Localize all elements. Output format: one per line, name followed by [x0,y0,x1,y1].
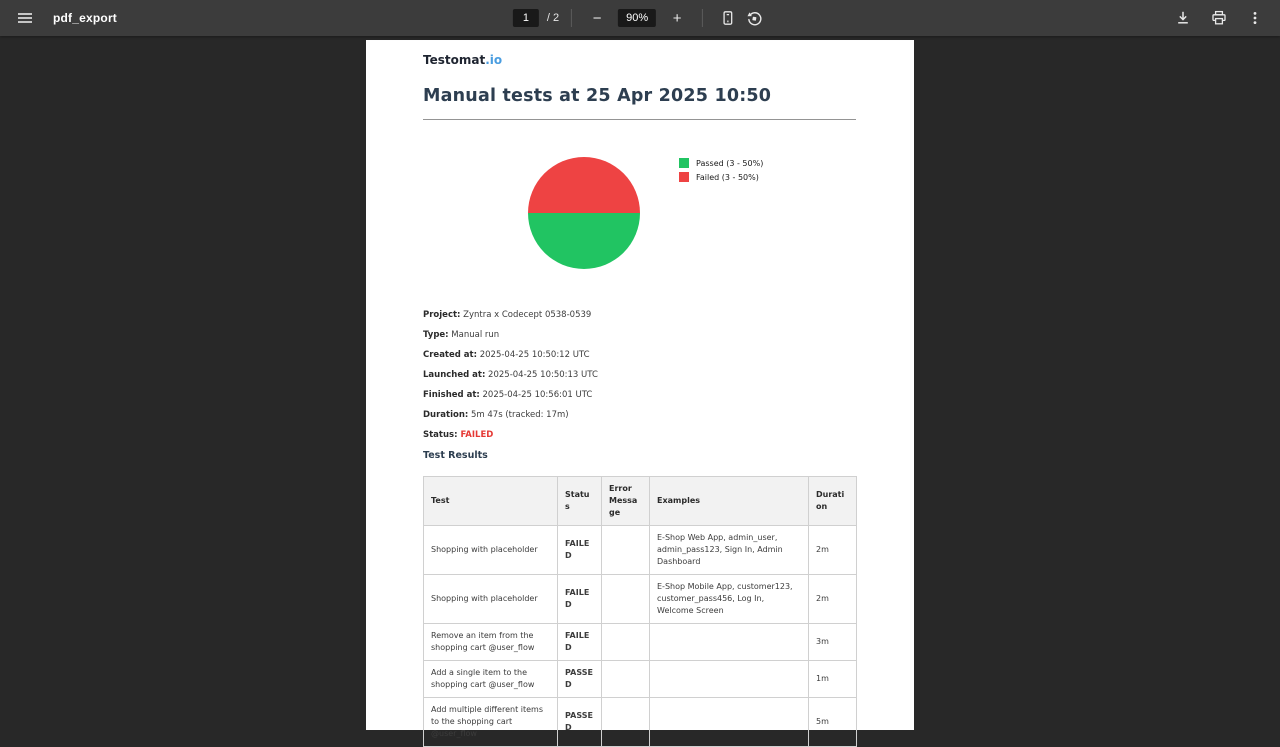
plus-icon: + [673,11,682,26]
column-header: Status [558,477,602,526]
section-title: Test Results [423,450,488,461]
cell-status: FAILED [558,526,602,575]
cell-error [602,526,650,575]
print-button[interactable] [1206,5,1232,31]
detail-line: Duration: 5m 47s (tracked: 17m) [423,411,856,420]
legend-swatch-icon [679,158,689,168]
more-options-button[interactable] [1242,5,1268,31]
download-icon [1175,10,1191,26]
cell-status: PASSED [558,661,602,698]
cell-duration: 5m [809,698,857,747]
toolbar-divider [571,9,572,27]
cell-test: Shopping with placeholder [424,575,558,624]
cell-examples: E-Shop Mobile App, customer123, customer… [650,575,809,624]
pie-chart [528,157,640,269]
detail-line: Type: Manual run [423,331,856,340]
detail-line: Finished at: 2025-04-25 10:56:01 UTC [423,391,856,400]
cell-test: Remove an item from the shopping cart @u… [424,624,558,661]
cell-duration: 2m [809,575,857,624]
legend-label: Passed (3 - 50%) [696,159,763,168]
print-icon [1211,10,1227,26]
table-row: Add a single item to the shopping cart @… [424,661,857,698]
download-button[interactable] [1170,5,1196,31]
column-header: Examples [650,477,809,526]
table-row: Add multiple different items to the shop… [424,698,857,747]
table-row: Shopping with placeholderFAILED E-Shop Mo… [424,575,857,624]
kebab-menu-icon [1247,10,1263,26]
cell-error [602,624,650,661]
zoom-in-button[interactable]: + [664,5,690,31]
legend-label: Failed (3 - 50%) [696,173,759,182]
column-header: Duration [809,477,857,526]
zoom-out-button[interactable]: − [584,5,610,31]
menu-button[interactable] [12,5,38,31]
title-divider [423,119,856,120]
rotate-button[interactable] [741,5,767,31]
cell-test: Shopping with placeholder [424,526,558,575]
detail-line: Created at: 2025-04-25 10:50:12 UTC [423,351,856,360]
cell-examples [650,698,809,747]
detail-line: Project: Zyntra x Codecept 0538-0539 [423,311,856,320]
cell-test: Add multiple different items to the shop… [424,698,558,747]
column-header: Test [424,477,558,526]
detail-line: Launched at: 2025-04-25 10:50:13 UTC [423,371,856,380]
cell-duration: 1m [809,661,857,698]
detail-line: Status: FAILED [423,431,856,440]
run-details: Project: Zyntra x Codecept 0538-0539 Type… [423,311,856,451]
testomat-logo: Testomat.io [423,53,502,67]
legend-swatch-icon [679,172,689,182]
zoom-level-display[interactable]: 90% [618,9,656,27]
page-count-label: / 2 [547,12,559,24]
cell-error [602,575,650,624]
cell-status: PASSED [558,698,602,747]
cell-error [602,661,650,698]
cell-status: FAILED [558,624,602,661]
table-row: Remove an item from the shopping cart @u… [424,624,857,661]
minus-icon: − [593,11,602,26]
fit-to-page-icon [720,10,736,26]
cell-error [602,698,650,747]
cell-test: Add a single item to the shopping cart @… [424,661,558,698]
table-header-row: TestStatusError MessageExamplesDuration [424,477,857,526]
cell-examples [650,624,809,661]
column-header: Error Message [602,477,650,526]
report-title: Manual tests at 25 Apr 2025 10:50 [423,86,856,106]
chart-legend: Passed (3 - 50%) Failed (3 - 50%) [679,158,763,186]
cell-status: FAILED [558,575,602,624]
pdf-page: Testomat.io Manual tests at 25 Apr 2025 … [366,40,914,730]
page-number-input[interactable] [513,9,539,27]
cell-examples [650,661,809,698]
toolbar-divider [702,9,703,27]
pdf-viewer-toolbar: pdf_export / 2 − 90% + [0,0,1280,36]
document-title: pdf_export [53,11,117,25]
cell-duration: 3m [809,624,857,661]
test-results-table: TestStatusError MessageExamplesDuration … [423,476,857,747]
cell-examples: E-Shop Web App, admin_user, admin_pass12… [650,526,809,575]
hamburger-icon [17,10,33,26]
fit-to-page-button[interactable] [715,5,741,31]
legend-item: Failed (3 - 50%) [679,172,763,182]
cell-duration: 2m [809,526,857,575]
rotate-counterclockwise-icon [746,10,763,27]
legend-item: Passed (3 - 50%) [679,158,763,168]
logo-brand: Testomat [423,53,485,67]
table-row: Shopping with placeholderFAILED E-Shop We… [424,526,857,575]
logo-suffix: .io [485,53,502,67]
